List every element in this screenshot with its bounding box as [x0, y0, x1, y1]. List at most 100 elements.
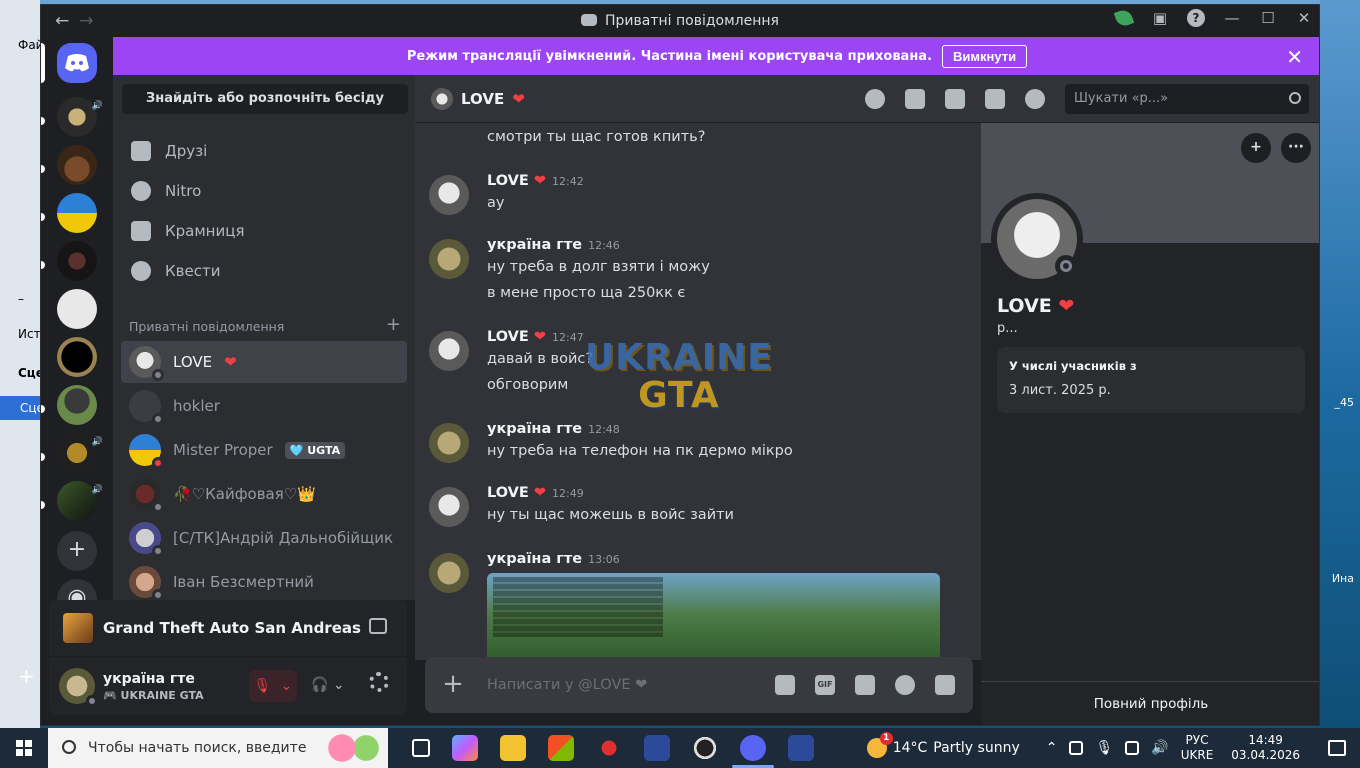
- discover-button[interactable]: ◉: [57, 579, 97, 600]
- avatar: [129, 522, 164, 557]
- apps-icon[interactable]: [935, 675, 955, 695]
- direct-messages-home-button[interactable]: [57, 43, 97, 83]
- camera-icon[interactable]: [1069, 741, 1084, 755]
- dm-item-ivan[interactable]: Іван Безсмертний: [121, 561, 407, 603]
- avatar[interactable]: [429, 175, 469, 215]
- profile-avatar[interactable]: [991, 193, 1083, 285]
- file-explorer-icon[interactable]: [500, 735, 526, 761]
- voice-call-icon[interactable]: [865, 89, 885, 109]
- chevron-down-icon[interactable]: ⌄: [281, 678, 293, 694]
- avatar[interactable]: [429, 553, 469, 593]
- clock[interactable]: 14:49 03.04.2026: [1231, 733, 1300, 763]
- app-icon[interactable]: [596, 735, 622, 761]
- chat-search-input[interactable]: Шукати «р...»: [1065, 84, 1309, 114]
- language-indicator[interactable]: РУС UKRE: [1181, 733, 1214, 763]
- message-header: LOVE ❤ 12:49: [487, 485, 959, 501]
- gif-icon[interactable]: GIF: [815, 675, 835, 695]
- weather-widget[interactable]: 1 14°C Partly sunny: [866, 732, 1020, 758]
- dm-section-header: Приватні повідомлення +: [129, 316, 401, 335]
- title-bar: ← → Приватні повідомлення ▣ ? — ☐ ✕: [41, 5, 1319, 37]
- video-call-icon[interactable]: [905, 89, 925, 109]
- volume-icon[interactable]: 🔊: [1151, 740, 1168, 756]
- network-icon[interactable]: [1125, 741, 1140, 755]
- close-button[interactable]: ✕: [1295, 9, 1313, 27]
- minimize-button[interactable]: —: [1223, 9, 1241, 27]
- screen-share-icon[interactable]: ▣: [1151, 9, 1169, 27]
- add-server-button[interactable]: +: [57, 531, 97, 571]
- message-author[interactable]: україна гте: [487, 551, 582, 567]
- taskbar-search-input[interactable]: Чтобы начать поиск, введите: [48, 728, 388, 768]
- add-friends-to-dm-icon[interactable]: [985, 89, 1005, 109]
- microsoft-store-icon[interactable]: [548, 735, 574, 761]
- user-avatar[interactable]: [59, 668, 98, 707]
- dm-item-kaifovaya[interactable]: 🥀♡Кайфовая♡👑: [121, 473, 407, 515]
- nav-quests[interactable]: Квести: [121, 251, 407, 291]
- nitro-leaf-icon[interactable]: [1113, 7, 1135, 29]
- gift-icon[interactable]: [775, 675, 795, 695]
- dm-item-andrii[interactable]: [С/ТК]Андрій Дальнобійщик: [121, 517, 407, 559]
- status-offline-icon: [152, 369, 164, 381]
- settings-gear-icon[interactable]: [369, 672, 389, 692]
- server-icon[interactable]: [57, 145, 97, 185]
- message-input[interactable]: Написати у @LOVE ❤: [487, 677, 647, 693]
- find-conversation-button[interactable]: Знайдіть або розпочніть бесіду: [122, 84, 408, 114]
- emoji-icon[interactable]: [895, 675, 915, 695]
- nav-nitro[interactable]: Nitro: [121, 171, 407, 211]
- nav-friends[interactable]: Друзі: [121, 131, 407, 171]
- message-author[interactable]: LOVE ❤: [487, 329, 546, 345]
- chevron-down-icon[interactable]: ⌄: [333, 677, 345, 693]
- message: україна гте 13:06: [429, 551, 959, 660]
- add-friend-icon[interactable]: +: [1241, 133, 1271, 163]
- discord-taskbar-icon[interactable]: [732, 735, 774, 768]
- voice-icon: 🔊: [91, 485, 103, 495]
- chat-header: LOVE ❤ Шукати «р...»: [415, 75, 1319, 123]
- server-icon[interactable]: [57, 193, 97, 233]
- chevron-up-icon[interactable]: ⌃: [1046, 740, 1058, 756]
- message-author[interactable]: LOVE ❤: [487, 173, 546, 189]
- avatar[interactable]: [429, 239, 469, 279]
- server-icon[interactable]: [57, 241, 97, 281]
- message-input-placeholder: Написати у @LOVE ❤: [487, 677, 648, 693]
- headphones-button[interactable]: 🎧 ⌄: [311, 677, 345, 693]
- start-button[interactable]: [0, 728, 48, 768]
- full-profile-button[interactable]: Повний профіль: [981, 681, 1319, 725]
- server-icon[interactable]: [57, 337, 97, 377]
- server-icon[interactable]: [57, 289, 97, 329]
- obs-icon[interactable]: [692, 735, 718, 761]
- stream-game-icon[interactable]: [369, 618, 387, 634]
- upload-plus-icon[interactable]: +: [441, 671, 465, 697]
- dm-item-hokler[interactable]: hokler: [121, 385, 407, 427]
- close-banner-icon[interactable]: ✕: [1286, 45, 1303, 69]
- dm-sidebar: Знайдіть або розпочніть бесіду Друзі Nit…: [113, 75, 415, 603]
- microphone-icon[interactable]: 🎙: [1095, 740, 1113, 756]
- dm-item-love[interactable]: LOVE ❤: [121, 341, 407, 383]
- message-author[interactable]: LOVE ❤: [487, 485, 546, 501]
- game-activity-panel[interactable]: Grand Theft Auto San Andreas: [49, 600, 407, 656]
- mute-mic-button[interactable]: 🎙 ⌄: [249, 670, 297, 702]
- copilot-icon[interactable]: [452, 735, 478, 761]
- avatar[interactable]: [429, 423, 469, 463]
- task-view-icon[interactable]: [412, 739, 430, 757]
- app-icon[interactable]: [644, 735, 670, 761]
- more-options-icon[interactable]: ···: [1281, 133, 1311, 163]
- avatar[interactable]: [429, 487, 469, 527]
- notifications-icon[interactable]: [1328, 740, 1346, 756]
- help-icon[interactable]: ?: [1187, 9, 1205, 27]
- avatar[interactable]: [429, 331, 469, 371]
- nav-shop[interactable]: Крамниця: [121, 211, 407, 251]
- maximize-button[interactable]: ☐: [1259, 9, 1277, 27]
- create-dm-icon[interactable]: +: [386, 316, 401, 334]
- disable-streamer-mode-button[interactable]: Вимкнути: [942, 44, 1028, 68]
- status-dnd-icon: [152, 457, 164, 469]
- message-author[interactable]: україна гте: [487, 237, 582, 253]
- image-attachment[interactable]: [487, 573, 940, 660]
- dm-item-mister-proper[interactable]: Mister Proper 🩵 UGTA: [121, 429, 407, 471]
- unread-indicator: [41, 453, 45, 461]
- user-profile-icon[interactable]: [1025, 89, 1045, 109]
- sticker-icon[interactable]: [855, 675, 875, 695]
- user-info[interactable]: україна гте 🎮 UKRAINE GTA: [103, 671, 204, 702]
- app-icon[interactable]: [788, 735, 814, 761]
- message-author[interactable]: україна гте: [487, 421, 582, 437]
- server-icon[interactable]: [57, 385, 97, 425]
- pinned-messages-icon[interactable]: [945, 89, 965, 109]
